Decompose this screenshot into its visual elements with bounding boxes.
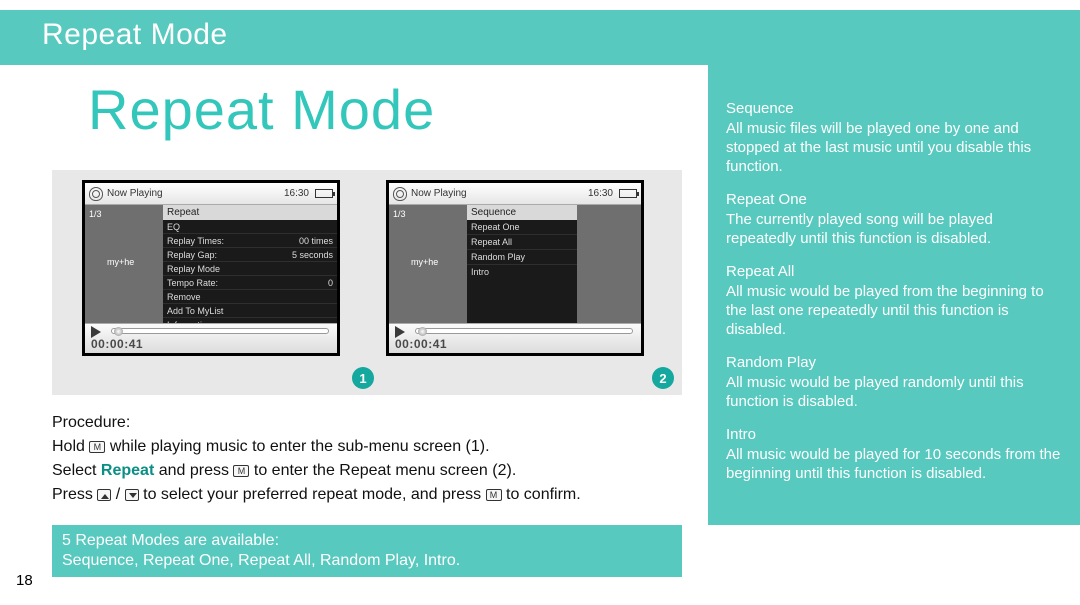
page-number: 18 (16, 572, 33, 589)
mode-sequence: Sequence All music files will be played … (726, 99, 1062, 176)
m-button-icon: M (89, 441, 105, 453)
battery-icon (619, 189, 637, 198)
progress-bar (111, 328, 329, 334)
header-band: Repeat Mode (0, 10, 1080, 65)
procedure-block: Procedure: Hold M while playing music to… (52, 410, 692, 508)
menu-item: Repeat All (467, 235, 577, 250)
menu-item: Replay Mode (167, 264, 220, 274)
headphones-icon (89, 187, 103, 201)
headphones-icon (393, 187, 407, 201)
submenu-title: Repeat (163, 205, 337, 220)
repeat-menu-panel: Sequence Repeat One Repeat All Random Pl… (467, 205, 577, 323)
mode-body: All music would be played from the begin… (726, 282, 1062, 339)
mode-title: Intro (726, 425, 1062, 444)
modes-summary-line1: 5 Repeat Modes are available: (62, 531, 672, 551)
mode-title: Sequence (726, 99, 1062, 118)
menu-item: Random Play (467, 250, 577, 265)
mode-title: Repeat All (726, 262, 1062, 281)
modes-summary-bar: 5 Repeat Modes are available: Sequence, … (52, 525, 682, 577)
repeat-keyword: Repeat (101, 462, 154, 479)
header-title: Repeat Mode (0, 10, 1080, 52)
track-index: 1/3 (89, 209, 102, 219)
screenshot-1: Now Playing 16:30 1/3 my+he Repeat EQ Re… (82, 180, 340, 356)
down-button-icon (125, 489, 139, 501)
menu-item: Add To MyList (167, 306, 223, 316)
mode-title: Random Play (726, 353, 1062, 372)
modes-summary-line2: Sequence, Repeat One, Repeat All, Random… (62, 551, 672, 571)
mode-body: The currently played song will be played… (726, 210, 1062, 248)
mode-title: Repeat One (726, 190, 1062, 209)
callout-badge-2: 2 (652, 367, 674, 389)
procedure-step-2: Select Repeat and press M to enter the R… (52, 460, 692, 482)
screenshot-2: Now Playing 16:30 1/3 my+he Sequence Rep… (386, 180, 644, 356)
menu-item: Replay Times: (167, 236, 224, 246)
repeat-menu-title: Sequence (467, 205, 577, 220)
track-index: 1/3 (393, 209, 406, 219)
m-button-icon: M (233, 465, 249, 477)
menu-item: Repeat One (467, 220, 577, 235)
clock-value: 16:30 (588, 188, 613, 199)
procedure-heading: Procedure: (52, 412, 692, 434)
up-button-icon (97, 489, 111, 501)
track-artist: my+he (411, 257, 438, 267)
now-playing-label: Now Playing (411, 188, 467, 199)
mode-repeat-all: Repeat All All music would be played fro… (726, 262, 1062, 339)
submenu-panel: Repeat EQ Replay Times:00 times Replay G… (163, 205, 337, 323)
procedure-step-1: Hold M while playing music to enter the … (52, 436, 692, 458)
elapsed-time: 00:00:41 (395, 337, 447, 351)
menu-item: Tempo Rate: (167, 278, 218, 288)
menu-item: Remove (167, 292, 201, 302)
m-button-icon: M (486, 489, 502, 501)
mode-intro: Intro All music would be played for 10 s… (726, 425, 1062, 483)
page-title: Repeat Mode (88, 77, 435, 142)
mode-body: All music would be played for 10 seconds… (726, 445, 1062, 483)
progress-bar (415, 328, 633, 334)
screenshots-panel: Now Playing 16:30 1/3 my+he Repeat EQ Re… (52, 170, 682, 395)
menu-item: EQ (167, 222, 180, 232)
menu-item: Intro (467, 265, 577, 279)
battery-icon (315, 189, 333, 198)
modes-description-panel: Sequence All music files will be played … (708, 65, 1080, 525)
mode-repeat-one: Repeat One The currently played song wil… (726, 190, 1062, 248)
now-playing-label: Now Playing (107, 188, 163, 199)
mode-random-play: Random Play All music would be played ra… (726, 353, 1062, 411)
clock-value: 16:30 (284, 188, 309, 199)
track-artist: my+he (107, 257, 134, 267)
mode-body: All music files will be played one by on… (726, 119, 1062, 176)
menu-item: Replay Gap: (167, 250, 217, 260)
elapsed-time: 00:00:41 (91, 337, 143, 351)
callout-badge-1: 1 (352, 367, 374, 389)
procedure-step-3: Press / to select your preferred repeat … (52, 484, 692, 506)
mode-body: All music would be played randomly until… (726, 373, 1062, 411)
